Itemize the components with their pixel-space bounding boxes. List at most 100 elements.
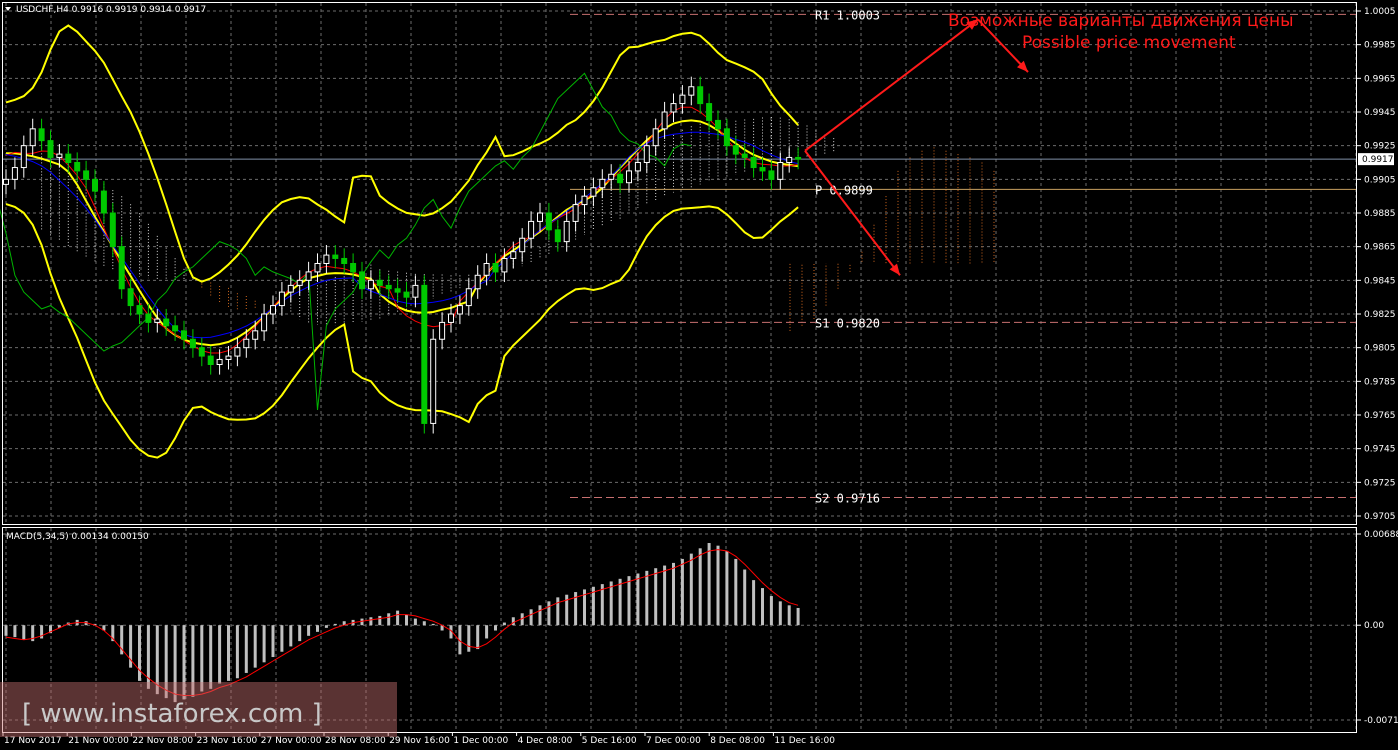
annotation-ru: Возможные варианты движения цены (948, 11, 1294, 31)
candle-body (679, 94, 686, 105)
candle-body (528, 220, 535, 239)
candle-body (243, 338, 250, 349)
macd-bar (796, 607, 800, 626)
x-tick-label: 23 Nov 16:00 (197, 736, 258, 746)
candle-body (145, 313, 152, 323)
x-tick-label: 1 Dec 00:00 (453, 736, 508, 746)
macd-bar (538, 605, 542, 626)
macd-bar (209, 625, 213, 689)
candle-body (652, 128, 659, 147)
macd-bar (387, 613, 391, 626)
candle-body (287, 284, 294, 293)
macd-bar (244, 625, 248, 673)
candle-body (439, 321, 446, 340)
candle-body (786, 156, 793, 163)
y-tick-label: 0.9845 (1364, 276, 1396, 286)
x-tick-label: 7 Dec 00:00 (646, 736, 701, 746)
macd-bar (333, 623, 337, 626)
candle-body (109, 212, 116, 248)
pivot-label-s2: S2 0.9716 (815, 491, 880, 505)
candle-body (750, 156, 757, 169)
candle-body (385, 284, 392, 290)
candle-body (688, 86, 695, 96)
macd-bar (476, 625, 480, 650)
candle-body (670, 103, 677, 113)
macd-bar (413, 618, 417, 626)
pivot-label-p: P 0.9899 (815, 183, 873, 197)
candle-body (403, 291, 410, 298)
candle-body (634, 162, 641, 172)
macd-bar (22, 625, 26, 640)
macd-bar (324, 625, 328, 628)
y-tick-label: 0.9865 (1364, 243, 1396, 253)
candle-body (777, 162, 784, 180)
macd-bar (654, 568, 658, 626)
candle-body (768, 170, 775, 180)
macd-bar (360, 618, 364, 626)
macd-bar (769, 596, 773, 626)
x-tick-label: 17 Nov 2017 (4, 736, 62, 746)
candle-body (65, 153, 72, 163)
candle-body (314, 263, 321, 273)
candle-body (617, 173, 624, 184)
candle-body (572, 204, 579, 222)
current-price-label: 0.9917 (1362, 155, 1394, 165)
macd-bar (280, 625, 284, 652)
candle-body (590, 187, 597, 197)
macd-y-tick-label: 0.00 (1364, 621, 1384, 631)
y-tick-label: 0.9945 (1364, 108, 1396, 118)
macd-bar (645, 570, 649, 626)
macd-bar (511, 617, 515, 626)
macd-bar (494, 625, 497, 631)
macd-bar (4, 625, 8, 636)
macd-bar (761, 588, 764, 626)
candle-body (278, 291, 285, 307)
candle-body (759, 167, 766, 172)
macd-bar (502, 622, 506, 626)
candle-body (207, 355, 214, 366)
candle-body (270, 305, 276, 315)
candle-body (100, 190, 107, 214)
candle-body (741, 153, 748, 158)
candle-body (252, 330, 259, 340)
y-tick-label: 0.9985 (1364, 41, 1396, 51)
candle-body (474, 274, 481, 290)
x-tick-label: 22 Nov 08:00 (132, 736, 193, 746)
macd-bar (378, 615, 382, 626)
candle-body (563, 220, 570, 243)
candle-body (3, 178, 9, 185)
candle-body (492, 263, 499, 273)
candle-body (554, 229, 561, 243)
x-tick-label: 11 Dec 16:00 (774, 736, 835, 746)
macd-bar (725, 550, 729, 626)
candle-body (706, 103, 713, 121)
candle-body (421, 284, 428, 424)
macd-bar (467, 625, 471, 652)
macd-bar (636, 573, 640, 626)
candle (421, 275, 428, 434)
candle-body (323, 254, 330, 264)
candle-body (181, 330, 187, 340)
macd-bar (218, 625, 222, 684)
candle-body (332, 254, 339, 259)
y-tick-label: 0.9965 (1364, 74, 1396, 84)
candle-body (608, 173, 615, 180)
macd-header: MACD(5,34,5) 0.00134 0.00150 (6, 532, 149, 542)
candle-body (296, 279, 303, 286)
macd-bar (529, 609, 533, 626)
y-tick-label: 0.9765 (1364, 411, 1396, 421)
macd-bar (787, 605, 791, 626)
macd-bar (698, 548, 702, 626)
candle-body (537, 212, 543, 222)
macd-bar (752, 580, 756, 626)
candle-body (341, 257, 348, 265)
y-tick-label: 1.0005 (1364, 7, 1396, 17)
candle-body (11, 167, 18, 180)
candle-body (795, 156, 802, 160)
macd-bar (396, 610, 400, 626)
candle-body (456, 305, 463, 315)
macd-bar (716, 545, 720, 626)
candle-body (20, 145, 27, 169)
candle-body (92, 178, 98, 192)
macd-bar (253, 625, 257, 668)
